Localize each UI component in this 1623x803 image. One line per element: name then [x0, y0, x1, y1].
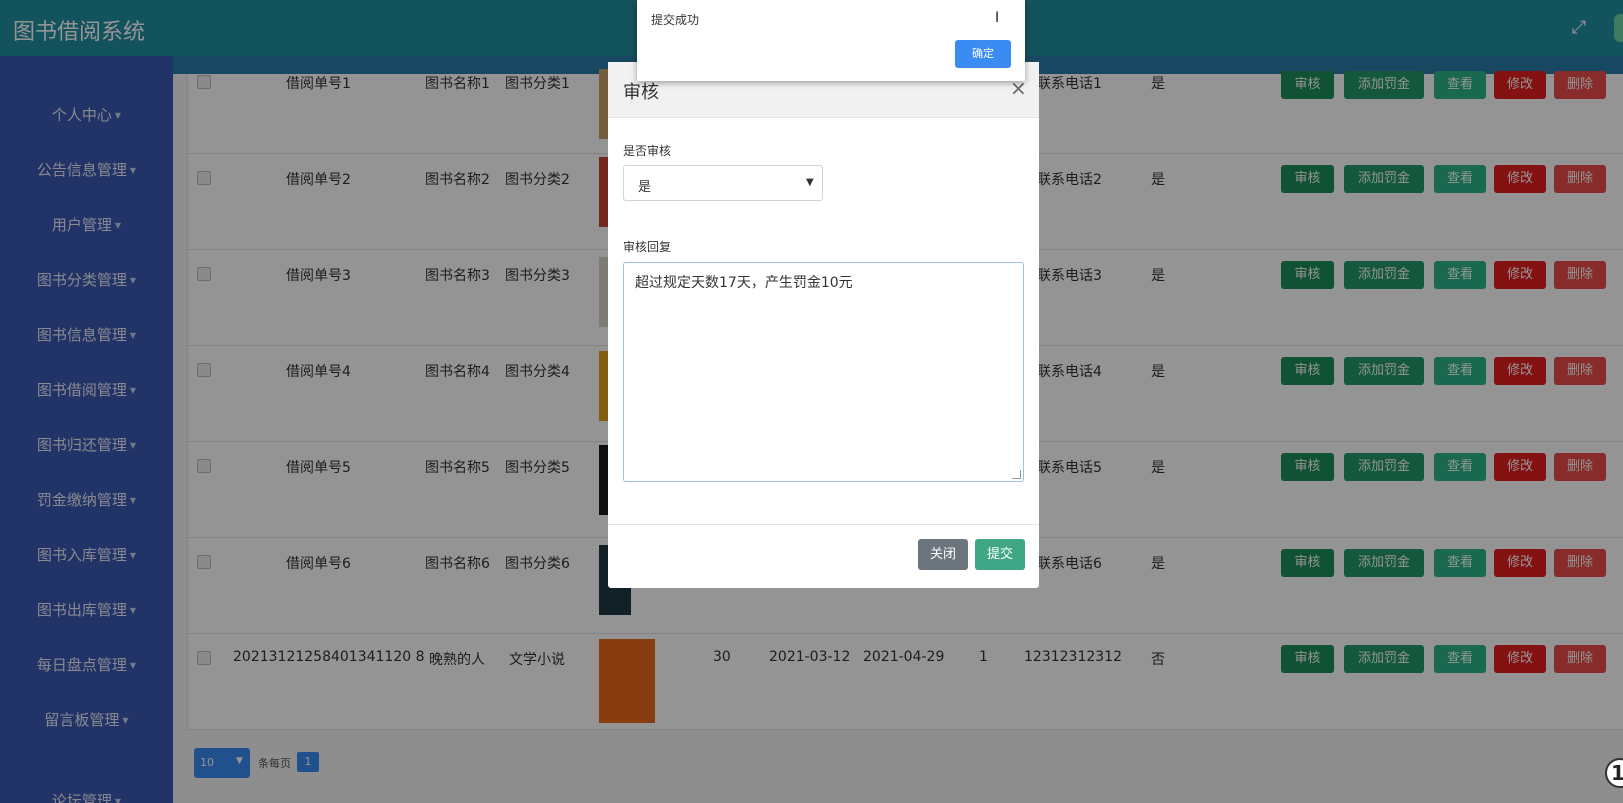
text-cursor-icon: I — [995, 10, 1000, 26]
alert-dialog: 提交成功 I 确定 — [637, 0, 1025, 81]
reply-text: 超过规定天数17天，产生罚金10元 — [635, 275, 853, 291]
audit-label: 是否审核 — [623, 144, 672, 158]
chevron-down-icon: ▼ — [806, 177, 814, 188]
alert-message: 提交成功 — [651, 13, 700, 27]
reply-textarea[interactable]: 超过规定天数17天，产生罚金10元 — [623, 262, 1024, 482]
modal-title: 审核 — [623, 82, 659, 103]
close-button[interactable]: 关闭 — [918, 539, 968, 570]
ok-button[interactable]: 确定 — [955, 40, 1011, 68]
resize-handle-icon[interactable] — [1012, 470, 1021, 479]
audit-modal: 审核 × 是否审核 是 ▼ 审核回复 超过规定天数17天，产生罚金10元 关闭 … — [608, 62, 1039, 588]
modal-footer-divider — [608, 524, 1039, 525]
audit-select-value: 是 — [638, 180, 652, 195]
audit-select[interactable]: 是 ▼ — [623, 165, 823, 201]
reply-label: 审核回复 — [623, 240, 672, 254]
submit-button[interactable]: 提交 — [975, 539, 1025, 570]
